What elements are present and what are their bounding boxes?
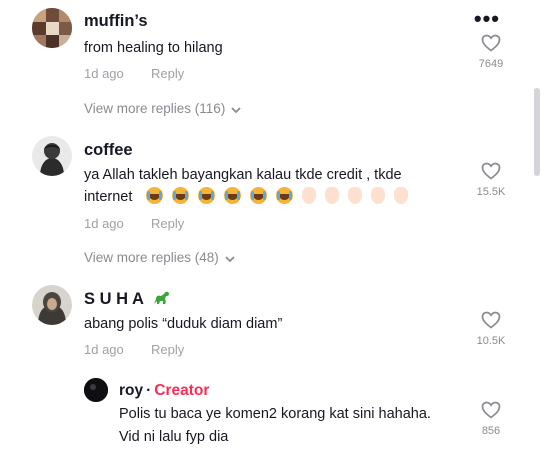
view-more-label: View more replies (48) bbox=[84, 250, 219, 265]
avatar[interactable] bbox=[84, 378, 108, 402]
comment-text-continued: internet bbox=[84, 189, 133, 205]
raised-hand-icon bbox=[302, 187, 317, 204]
raised-hand-icon bbox=[394, 187, 409, 204]
avatar[interactable] bbox=[32, 285, 72, 325]
reply-username-text[interactable]: roy bbox=[119, 382, 143, 399]
more-options-icon[interactable]: ••• bbox=[474, 8, 500, 30]
comment-text-line-2: internet bbox=[84, 185, 417, 209]
view-more-label: View more replies (116) bbox=[84, 101, 226, 116]
reply-button[interactable]: Reply bbox=[151, 66, 184, 81]
like-count: 7649 bbox=[478, 58, 504, 70]
view-more-replies[interactable]: View more replies (48) bbox=[84, 250, 235, 266]
like-button[interactable]: 856 bbox=[471, 401, 511, 437]
view-more-replies[interactable]: View more replies (116) bbox=[84, 101, 241, 117]
heart-icon bbox=[481, 162, 501, 180]
like-count: 856 bbox=[481, 425, 501, 437]
raised-hand-icon bbox=[348, 187, 363, 204]
reply-button[interactable]: Reply bbox=[151, 216, 184, 231]
like-button[interactable]: 15.5K bbox=[471, 162, 511, 198]
heart-icon bbox=[481, 34, 501, 52]
dinosaur-icon bbox=[152, 290, 170, 311]
loudly-crying-face-icon bbox=[250, 187, 268, 204]
comment-username[interactable]: muffin’s bbox=[84, 12, 148, 31]
avatar-image bbox=[84, 378, 108, 402]
raised-hand-icon bbox=[371, 187, 386, 204]
avatar-image bbox=[32, 136, 72, 176]
avatar-image bbox=[32, 8, 72, 48]
chevron-down-icon bbox=[225, 251, 235, 266]
scrollbar[interactable] bbox=[534, 88, 540, 176]
reply-text-line-2: Vid ni lalu fyp dia bbox=[119, 429, 229, 445]
comment-username[interactable]: S U H A bbox=[84, 290, 170, 311]
chevron-down-icon bbox=[231, 102, 241, 117]
raised-hand-icon bbox=[325, 187, 340, 204]
loudly-crying-face-icon bbox=[198, 187, 216, 204]
avatar[interactable] bbox=[32, 136, 72, 176]
comment-date: 1d ago bbox=[84, 216, 124, 231]
comment-username[interactable]: coffee bbox=[84, 141, 133, 160]
comment-username-text: S U H A bbox=[84, 290, 144, 308]
comment-date: 1d ago bbox=[84, 66, 124, 81]
separator: · bbox=[146, 382, 152, 399]
comment-text: abang polis “duduk diam diam” bbox=[84, 316, 283, 332]
comment-text: ya Allah takleh bayangkan kalau tkde cre… bbox=[84, 167, 402, 183]
creator-badge: Creator bbox=[154, 382, 210, 399]
heart-icon bbox=[481, 401, 501, 419]
heart-icon bbox=[481, 311, 501, 329]
reply-button[interactable]: Reply bbox=[151, 342, 184, 357]
like-button[interactable]: 10.5K bbox=[471, 311, 511, 347]
loudly-crying-face-icon bbox=[276, 187, 294, 204]
avatar[interactable] bbox=[32, 8, 72, 48]
loudly-crying-face-icon bbox=[146, 187, 164, 204]
loudly-crying-face-icon bbox=[224, 187, 242, 204]
like-count: 10.5K bbox=[476, 335, 506, 347]
loudly-crying-face-icon bbox=[172, 187, 190, 204]
comment-date: 1d ago bbox=[84, 342, 124, 357]
like-button[interactable]: 7649 bbox=[471, 34, 511, 70]
comment-text: from healing to hilang bbox=[84, 40, 223, 56]
reply-text: Polis tu baca ye komen2 korang kat sini … bbox=[119, 406, 431, 422]
reply-username: roy · Creator bbox=[119, 382, 209, 400]
like-count: 15.5K bbox=[476, 186, 506, 198]
avatar-image bbox=[32, 285, 72, 325]
